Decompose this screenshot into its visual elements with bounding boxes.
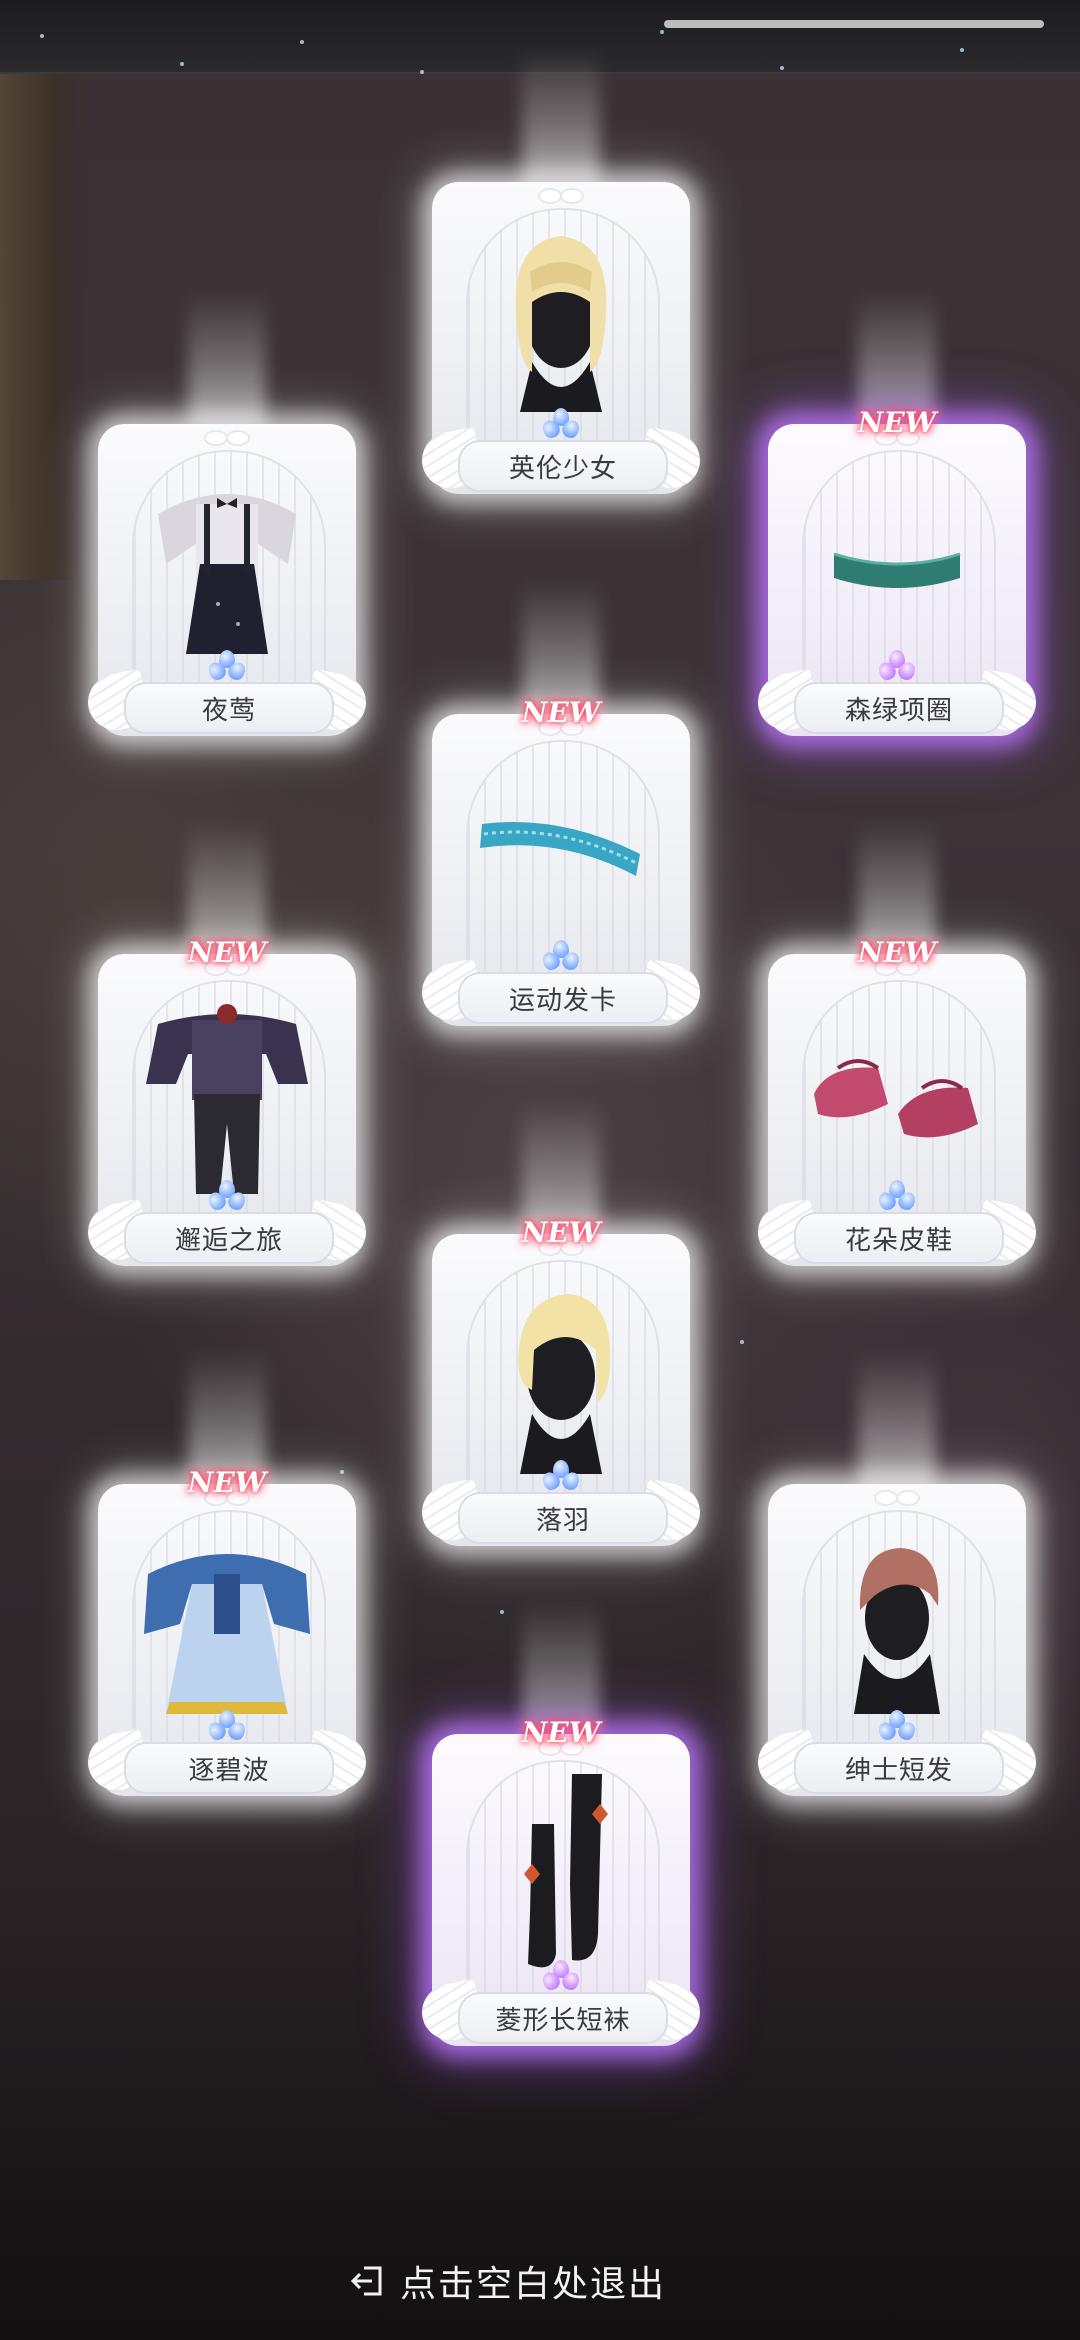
reward-card[interactable]: NEW 运动发卡 xyxy=(416,580,706,1028)
reward-card[interactable]: NEW 森绿项圈 xyxy=(752,290,1042,738)
exit-hint-button[interactable]: 点击空白处退出 xyxy=(350,2256,666,2306)
reward-card[interactable]: NEW 花朵皮鞋 xyxy=(752,820,1042,1268)
sparkle xyxy=(180,62,184,66)
brown-short-hair-icon xyxy=(854,1548,940,1714)
diamond-socks-icon xyxy=(524,1774,608,1968)
suspender-outfit-icon xyxy=(158,494,296,654)
blonde-bob-hair-icon xyxy=(515,236,607,412)
sparkle xyxy=(40,34,44,38)
card-label: 邂逅之旅 xyxy=(124,1212,334,1264)
card-label: 绅士短发 xyxy=(794,1742,1004,1794)
card-label: 落羽 xyxy=(458,1492,668,1544)
reward-card[interactable]: NEW 逐碧波 xyxy=(82,1350,372,1798)
sparkle xyxy=(780,66,784,70)
bow-icon xyxy=(872,1488,922,1506)
short-blonde-hair-icon xyxy=(518,1294,611,1474)
sparkle xyxy=(660,30,664,34)
sparkle xyxy=(300,40,304,44)
reward-card[interactable]: NEW 邂逅之旅 xyxy=(82,820,372,1268)
reward-card[interactable]: 绅士短发 xyxy=(752,1350,1042,1798)
bow-icon xyxy=(536,186,586,204)
striped-suit-icon xyxy=(146,1004,308,1194)
new-badge: NEW xyxy=(187,936,267,969)
card-label: 运动发卡 xyxy=(458,972,668,1024)
card-label: 逐碧波 xyxy=(124,1742,334,1794)
card-label: 菱形长短袜 xyxy=(458,1992,668,2044)
exit-icon xyxy=(350,2264,386,2298)
sparkle xyxy=(500,1610,504,1614)
new-badge: NEW xyxy=(857,936,937,969)
card-label: 森绿项圈 xyxy=(794,682,1004,734)
new-badge: NEW xyxy=(857,406,937,439)
new-badge: NEW xyxy=(521,696,601,729)
new-badge: NEW xyxy=(521,1716,601,1749)
sparkle xyxy=(740,1340,744,1344)
blue-hanfu-icon xyxy=(144,1554,310,1714)
new-badge: NEW xyxy=(521,1216,601,1249)
sparkle xyxy=(960,48,964,52)
sparkle xyxy=(420,70,424,74)
reward-card[interactable]: NEW 菱形长短袜 xyxy=(416,1600,706,2048)
exit-hint-text: 点击空白处退出 xyxy=(400,2264,667,2305)
new-badge: NEW xyxy=(187,1466,267,1499)
bow-icon xyxy=(202,428,252,446)
drag-handle[interactable] xyxy=(664,20,1044,28)
card-label: 花朵皮鞋 xyxy=(794,1212,1004,1264)
card-label: 英伦少女 xyxy=(458,440,668,492)
reward-card[interactable]: 夜莺 xyxy=(82,290,372,738)
card-label: 夜莺 xyxy=(124,682,334,734)
reward-card[interactable]: NEW 落羽 xyxy=(416,1100,706,1548)
reward-card[interactable]: 英伦少女 xyxy=(416,48,706,496)
curtain-decoration xyxy=(0,60,90,580)
pink-shoes-icon xyxy=(814,1059,978,1138)
green-choker-icon xyxy=(833,552,961,588)
headband-icon xyxy=(480,822,640,876)
